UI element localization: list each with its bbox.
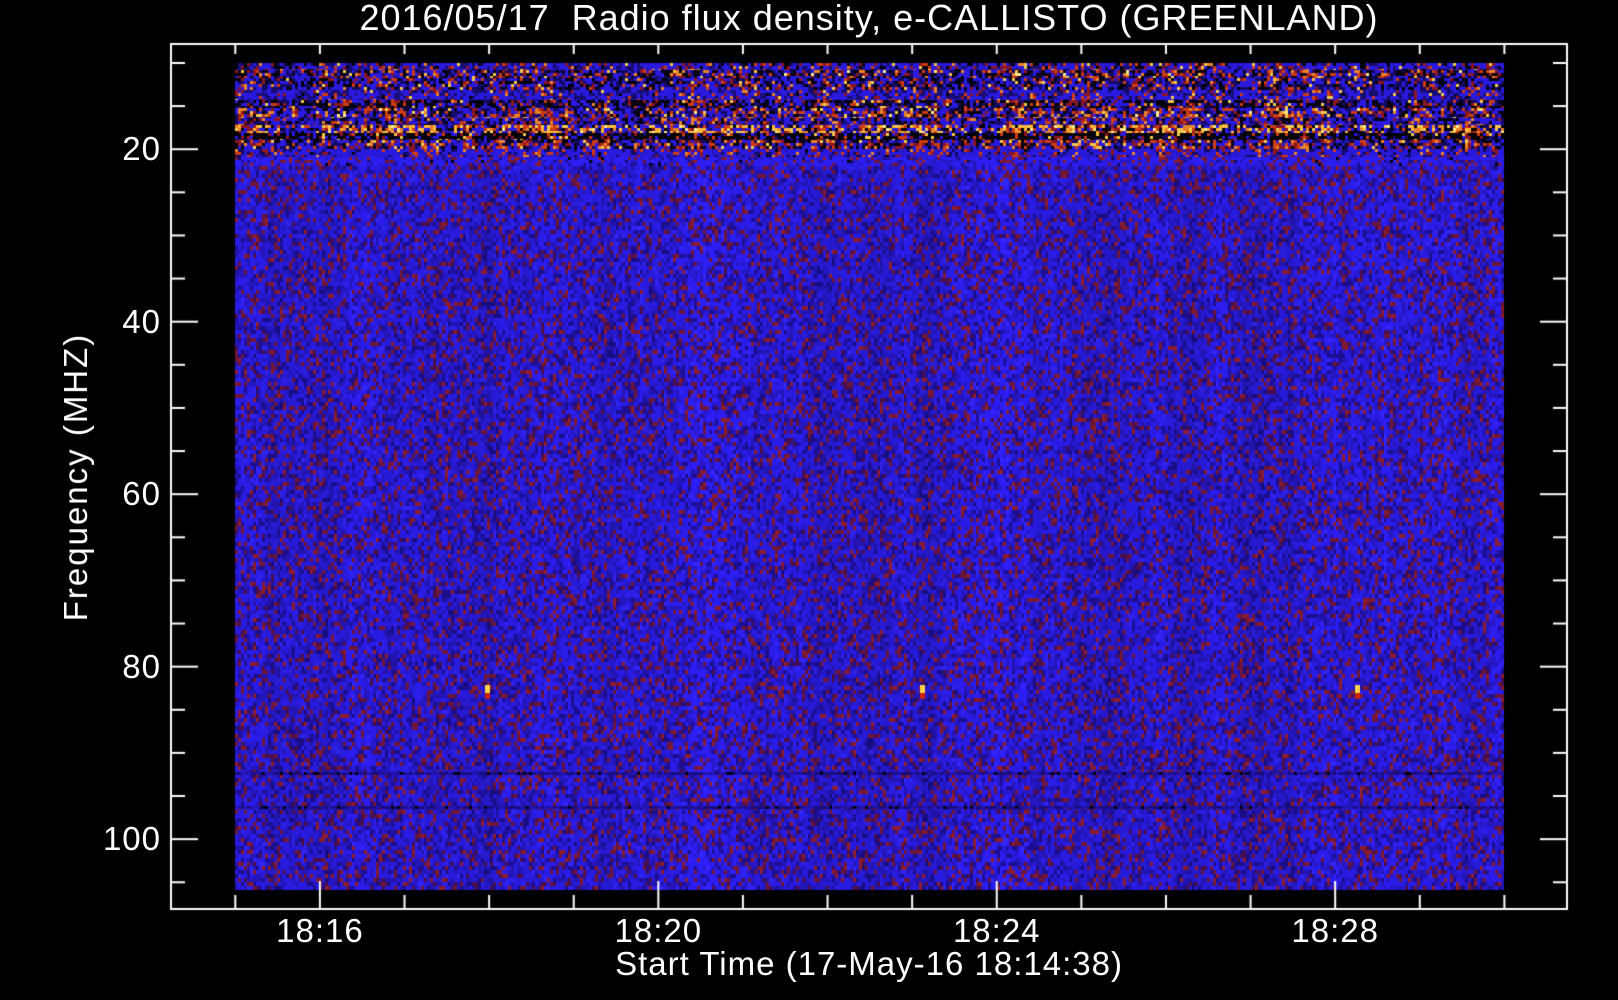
- spectrogram-figure: 2016/05/17 Radio flux density, e-CALLIST…: [0, 0, 1618, 1000]
- y-tick-label: 40: [122, 302, 161, 340]
- chart-title: 2016/05/17 Radio flux density, e-CALLIST…: [359, 0, 1379, 38]
- x-axis-label: Start Time (17-May-16 18:14:38): [615, 945, 1123, 982]
- x-tick-label: 18:16: [276, 912, 364, 949]
- x-tick-label: 18:28: [1291, 912, 1379, 949]
- x-tick-label: 18:20: [614, 912, 703, 949]
- y-tick-label: 100: [102, 820, 161, 858]
- spectrogram-canvas: [0, 0, 1618, 1000]
- y-tick-label: 20: [122, 130, 161, 168]
- x-tick-label: 18:24: [952, 912, 1041, 949]
- y-tick-label: 80: [122, 647, 161, 685]
- y-tick-label: 60: [122, 475, 161, 513]
